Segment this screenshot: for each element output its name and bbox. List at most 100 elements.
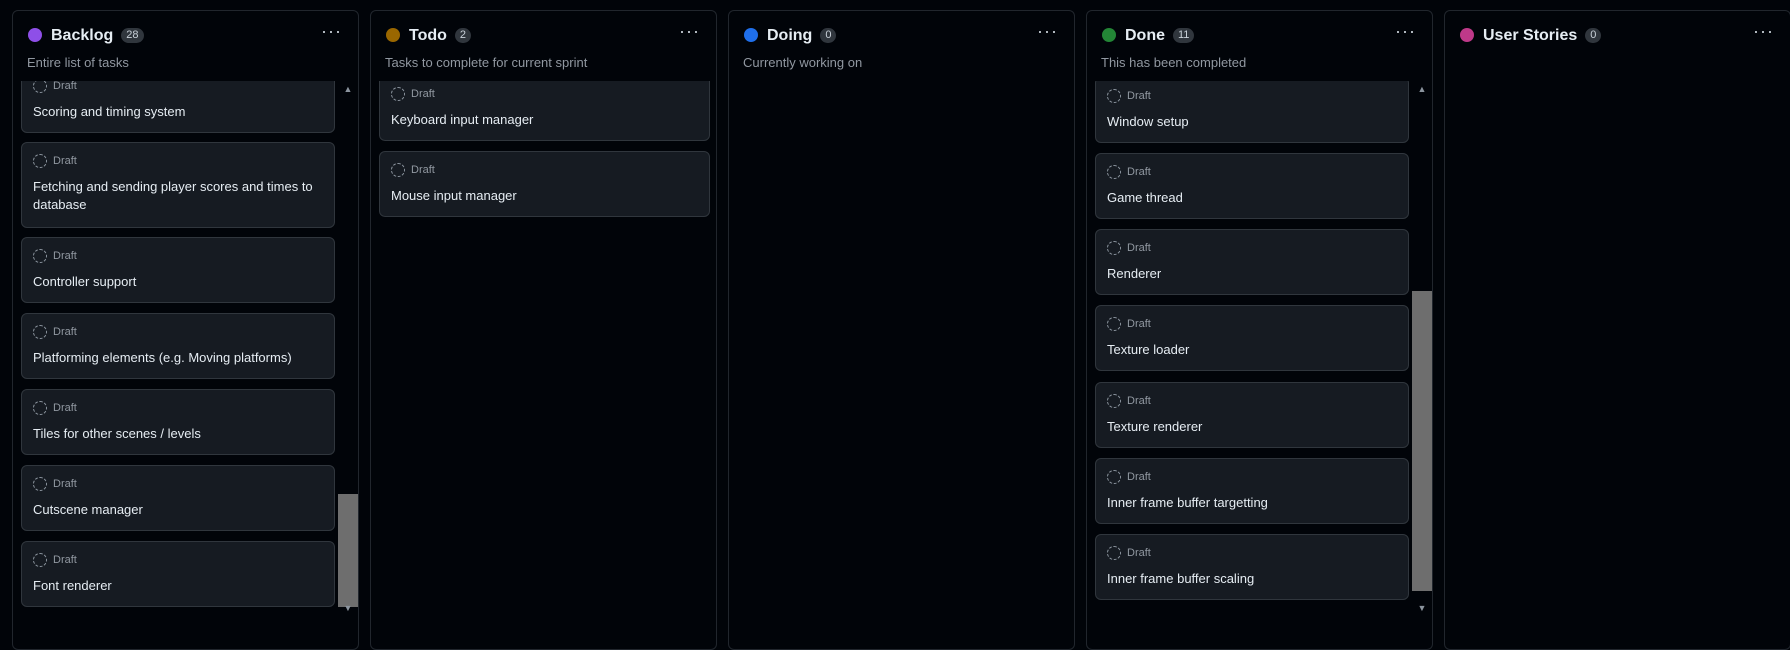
scrollbar[interactable]: ▲ ▼ — [1412, 81, 1432, 634]
card-title[interactable]: Fetching and sending player scores and t… — [33, 178, 322, 214]
card-title[interactable]: Texture loader — [1107, 341, 1396, 359]
column-description: Tasks to complete for current sprint — [385, 55, 588, 70]
column-header: Todo 2 ··· Tasks to complete for current … — [371, 11, 716, 81]
draft-circle-icon — [1107, 317, 1121, 331]
card-title[interactable]: Window setup — [1107, 113, 1396, 131]
draft-label: Draft — [411, 88, 435, 100]
project-board: Backlog 28 ··· Entire list of tasks Draft… — [12, 10, 1790, 650]
column-header: Done 11 ··· This has been completed — [1087, 11, 1432, 81]
draft-circle-icon — [33, 477, 47, 491]
draft-circle-icon — [33, 154, 47, 168]
status-dot — [1102, 28, 1116, 42]
card[interactable]: Draft Inner frame buffer targetting — [1095, 458, 1409, 524]
more-options-icon[interactable]: ··· — [1753, 21, 1774, 42]
draft-label: Draft — [53, 402, 77, 414]
chevron-up-icon[interactable]: ▲ — [342, 83, 354, 95]
column-title[interactable]: Todo 2 — [409, 27, 472, 45]
card[interactable]: Draft Cutscene manager — [21, 465, 335, 531]
card-title[interactable]: Inner frame buffer scaling — [1107, 570, 1396, 588]
draft-label: Draft — [1127, 471, 1151, 483]
status-dot — [386, 28, 400, 42]
more-options-icon[interactable]: ··· — [1037, 21, 1058, 42]
card[interactable]: Draft Inner frame buffer scaling — [1095, 534, 1409, 600]
card[interactable]: Draft Renderer — [1095, 229, 1409, 295]
draft-circle-icon — [1107, 546, 1121, 560]
status-dot — [28, 28, 42, 42]
scrollbar-thumb[interactable] — [1412, 291, 1432, 591]
card-title[interactable]: Cutscene manager — [33, 501, 322, 519]
card-title[interactable]: Keyboard input manager — [391, 111, 697, 129]
draft-label: Draft — [1127, 547, 1151, 559]
draft-label: Draft — [1127, 166, 1151, 178]
item-count-badge: 11 — [1173, 28, 1195, 43]
card[interactable]: Draft Fetching and sending player scores… — [21, 142, 335, 228]
item-count-badge: 2 — [454, 28, 472, 43]
chevron-down-icon[interactable]: ▼ — [1416, 602, 1428, 614]
card-title[interactable]: Controller support — [33, 273, 322, 291]
card-title[interactable]: Game thread — [1107, 189, 1396, 207]
draft-circle-icon — [33, 401, 47, 415]
card-title[interactable]: Font renderer — [33, 577, 322, 595]
card[interactable]: Draft Scoring and timing system — [21, 81, 335, 133]
chevron-up-icon[interactable]: ▲ — [1416, 83, 1428, 95]
column-header: Doing 0 ··· Currently working on — [729, 11, 1074, 81]
status-dot — [1460, 28, 1474, 42]
card-title[interactable]: Tiles for other scenes / levels — [33, 425, 322, 443]
card[interactable]: Draft Platforming elements (e.g. Moving … — [21, 313, 335, 379]
draft-circle-icon — [1107, 394, 1121, 408]
column-header: User Stories 0 ··· — [1445, 11, 1790, 81]
column-title[interactable]: Done 11 — [1125, 27, 1195, 45]
card[interactable]: Draft Texture loader — [1095, 305, 1409, 371]
more-options-icon[interactable]: ··· — [321, 21, 342, 42]
column-doing: Doing 0 ··· Currently working on — [728, 10, 1075, 650]
card-title[interactable]: Scoring and timing system — [33, 103, 322, 121]
draft-label: Draft — [1127, 318, 1151, 330]
column-description: This has been completed — [1101, 55, 1247, 70]
draft-label: Draft — [411, 164, 435, 176]
draft-circle-icon — [1107, 470, 1121, 484]
draft-label: Draft — [1127, 90, 1151, 102]
card-title[interactable]: Inner frame buffer targetting — [1107, 494, 1396, 512]
column-header: Backlog 28 ··· Entire list of tasks — [13, 11, 358, 81]
item-count-badge: 0 — [1585, 28, 1602, 43]
card[interactable]: Draft Window setup — [1095, 81, 1409, 143]
draft-circle-icon — [33, 553, 47, 567]
scrollbar-thumb[interactable] — [338, 494, 358, 607]
column-user-stories: User Stories 0 ··· — [1444, 10, 1790, 650]
column-done: Done 11 ··· This has been completed Draft… — [1086, 10, 1433, 650]
draft-label: Draft — [53, 326, 77, 338]
column-description: Currently working on — [743, 55, 863, 70]
card[interactable]: Draft Texture renderer — [1095, 382, 1409, 448]
column-description: Entire list of tasks — [27, 55, 129, 70]
card[interactable]: Draft Keyboard input manager — [379, 81, 710, 141]
card-title[interactable]: Platforming elements (e.g. Moving platfo… — [33, 349, 322, 367]
card-title[interactable]: Renderer — [1107, 265, 1396, 283]
column-title[interactable]: User Stories 0 — [1483, 27, 1602, 45]
card-title[interactable]: Texture renderer — [1107, 418, 1396, 436]
chevron-down-icon[interactable]: ▼ — [342, 602, 354, 614]
scrollbar[interactable]: ▲ ▼ — [338, 81, 358, 634]
draft-label: Draft — [1127, 395, 1151, 407]
draft-circle-icon — [1107, 89, 1121, 103]
card-list: Draft Scoring and timing system Draft Fe… — [13, 81, 358, 649]
card[interactable]: Draft Controller support — [21, 237, 335, 303]
card[interactable]: Draft Game thread — [1095, 153, 1409, 219]
card-list: Draft Keyboard input manager Draft Mouse… — [371, 81, 716, 649]
column-title[interactable]: Backlog 28 — [51, 27, 144, 45]
column-todo: Todo 2 ··· Tasks to complete for current … — [370, 10, 717, 650]
card[interactable]: Draft Font renderer — [21, 541, 335, 607]
item-count-badge: 28 — [121, 28, 144, 43]
column-title[interactable]: Doing 0 — [767, 27, 837, 45]
card[interactable]: Draft Tiles for other scenes / levels — [21, 389, 335, 455]
draft-label: Draft — [53, 81, 77, 92]
item-count-badge: 0 — [820, 28, 837, 43]
more-options-icon[interactable]: ··· — [679, 21, 700, 42]
draft-circle-icon — [1107, 241, 1121, 255]
card[interactable]: Draft Mouse input manager — [379, 151, 710, 217]
card-title[interactable]: Mouse input manager — [391, 187, 697, 205]
draft-circle-icon — [33, 81, 47, 93]
more-options-icon[interactable]: ··· — [1395, 21, 1416, 42]
card-list — [1445, 81, 1790, 649]
draft-circle-icon — [391, 87, 405, 101]
column-backlog: Backlog 28 ··· Entire list of tasks Draft… — [12, 10, 359, 650]
